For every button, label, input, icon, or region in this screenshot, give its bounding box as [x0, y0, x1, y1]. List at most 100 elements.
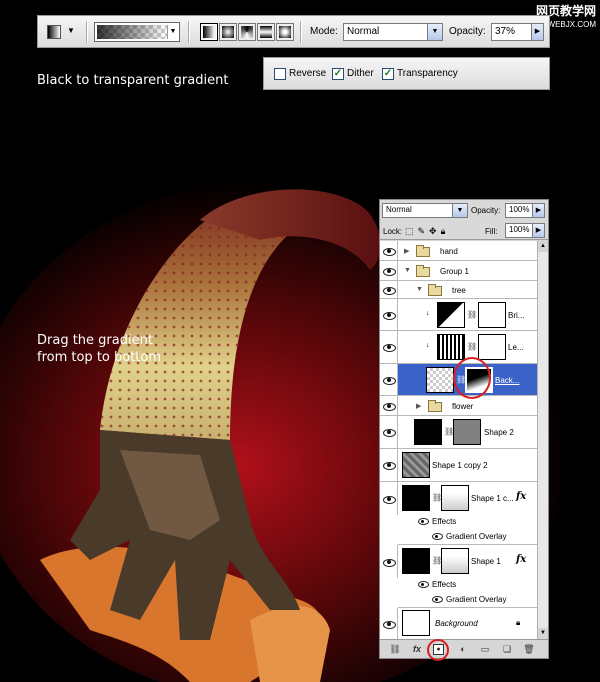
- checkmark-icon[interactable]: ✓: [332, 68, 344, 80]
- layer-row-group-1[interactable]: ▼ Group 1: [380, 261, 537, 281]
- fill-value: 100%: [509, 225, 530, 234]
- folder-icon: [416, 245, 430, 257]
- chevron-right-icon[interactable]: ▶: [416, 402, 421, 410]
- effects-row[interactable]: Effects: [398, 515, 537, 530]
- trash-icon[interactable]: 🗑︎: [522, 643, 536, 656]
- eye-icon[interactable]: [432, 596, 443, 603]
- layer-row-brightness[interactable]: ↓ ⛓ Bri...: [380, 299, 537, 331]
- adjustment-layer-icon[interactable]: ◐: [456, 643, 470, 656]
- scroll-down-icon[interactable]: ▼: [538, 628, 548, 639]
- lock-icons[interactable]: ⬚✎✥🔒︎: [405, 226, 449, 237]
- chevron-right-icon[interactable]: ▶: [404, 247, 409, 255]
- chain-icon[interactable]: ⛓: [467, 310, 477, 319]
- layer-opacity-value: 100%: [509, 205, 530, 214]
- chevron-down-icon[interactable]: ▼: [404, 267, 411, 274]
- new-layer-icon[interactable]: ❏: [500, 643, 514, 656]
- layer-row-shape-1-copy[interactable]: ⛓ Shape 1 c... fx: [380, 482, 537, 515]
- layer-name: Shape 1 copy 2: [432, 461, 488, 470]
- eye-icon[interactable]: [380, 281, 398, 298]
- eye-icon[interactable]: [380, 449, 398, 481]
- chevron-right-icon[interactable]: ▶: [531, 24, 543, 40]
- radial-gradient-button[interactable]: [219, 23, 237, 41]
- checkmark-icon[interactable]: ✓: [382, 68, 394, 80]
- layer-row-shape-1[interactable]: ⛓ Shape 1 fx: [380, 545, 537, 578]
- layer-row-shape-2[interactable]: ⛓ Shape 2: [380, 416, 537, 449]
- layer-row-shape-1-copy-2[interactable]: Shape 1 copy 2: [380, 449, 537, 482]
- highlight-ring-add-mask: [427, 639, 449, 661]
- fx-icon[interactable]: fx: [516, 554, 526, 565]
- link-layers-icon[interactable]: ⛓: [388, 643, 402, 656]
- effects-row[interactable]: Effects: [398, 578, 537, 593]
- eye-icon[interactable]: [380, 545, 398, 578]
- fx-icon[interactable]: fx: [516, 491, 526, 502]
- layer-name: Group 1: [440, 267, 469, 276]
- layer-row-flower[interactable]: ▶ flower: [380, 396, 537, 416]
- angle-gradient-button[interactable]: [238, 23, 256, 41]
- adjustment-thumbnail: [437, 302, 465, 328]
- eye-icon[interactable]: [418, 581, 429, 588]
- effect-row-gradient-overlay[interactable]: Gradient Overlay: [398, 593, 537, 608]
- reflected-gradient-icon: [260, 26, 272, 38]
- chain-icon[interactable]: ⛓: [467, 342, 477, 351]
- eye-icon[interactable]: [380, 608, 398, 639]
- blend-mode-value: Normal: [386, 205, 412, 214]
- diamond-gradient-icon: [279, 26, 291, 38]
- gradient-picker[interactable]: ▼: [94, 22, 180, 42]
- gradient-tool-icon: [47, 25, 61, 39]
- lock-label: Lock:: [383, 227, 403, 236]
- scroll-up-icon[interactable]: ▲: [538, 241, 548, 252]
- layer-name: Background: [435, 619, 478, 628]
- eye-icon[interactable]: [380, 241, 398, 260]
- layer-row-hand[interactable]: ▶ hand: [380, 241, 537, 261]
- chevron-down-icon[interactable]: ▼: [416, 286, 423, 293]
- eye-icon[interactable]: [380, 299, 398, 330]
- caption-drag-line2: from top to bottom: [37, 350, 162, 365]
- eye-icon[interactable]: [432, 533, 443, 540]
- checkbox-box[interactable]: [274, 68, 286, 80]
- chevron-right-icon[interactable]: ▶: [532, 224, 544, 237]
- layer-name: Le...: [508, 343, 524, 352]
- layer-row-background[interactable]: Background 🔒︎: [380, 608, 537, 639]
- layer-row-levels[interactable]: ↓ ⛓ Le...: [380, 331, 537, 364]
- divider: [188, 21, 190, 43]
- blend-mode-select[interactable]: Normal ▼: [382, 203, 468, 218]
- eye-icon[interactable]: [380, 364, 398, 395]
- mode-select[interactable]: Normal ▼: [343, 23, 443, 41]
- eye-icon[interactable]: [380, 261, 398, 280]
- opacity-value: 37%: [495, 26, 516, 37]
- eye-icon[interactable]: [380, 482, 398, 515]
- levels-histogram-icon: [437, 334, 465, 360]
- opacity-field[interactable]: 37% ▶: [491, 23, 544, 41]
- new-group-icon[interactable]: ▭: [478, 643, 492, 656]
- layer-name: tree: [452, 286, 466, 295]
- opacity-label: Opacity:: [449, 26, 486, 37]
- effect-label: Gradient Overlay: [446, 532, 507, 541]
- fx-icon[interactable]: fx: [410, 643, 424, 656]
- eye-icon[interactable]: [418, 518, 429, 525]
- layer-name: Shape 1: [471, 557, 501, 566]
- vector-mask-thumbnail: [441, 485, 469, 511]
- layer-thumbnail: [402, 610, 430, 636]
- layer-row-tree[interactable]: ▼ tree: [380, 281, 537, 299]
- folder-icon: [428, 284, 442, 296]
- gradient-tool-preset-button[interactable]: ▼: [47, 23, 83, 41]
- diamond-gradient-button[interactable]: [276, 23, 294, 41]
- reflected-gradient-button[interactable]: [257, 23, 275, 41]
- linear-gradient-button[interactable]: [200, 23, 218, 41]
- caption-drag-line1: Drag the gradient: [37, 333, 153, 348]
- effect-row-gradient-overlay[interactable]: Gradient Overlay: [398, 530, 537, 545]
- layers-scrollbar[interactable]: ▲ ▼: [537, 241, 548, 639]
- radial-gradient-icon: [222, 26, 234, 38]
- layer-opacity-field[interactable]: 100% ▶: [505, 203, 545, 218]
- chevron-down-icon[interactable]: ▼: [167, 25, 178, 39]
- layer-name: hand: [440, 247, 458, 256]
- chevron-right-icon[interactable]: ▶: [532, 204, 544, 217]
- chevron-down-icon: ▼: [427, 24, 442, 40]
- eye-icon[interactable]: [380, 416, 398, 448]
- fill-field[interactable]: 100% ▶: [505, 223, 545, 238]
- effects-label: Effects: [432, 517, 457, 526]
- mask-thumbnail: [478, 334, 506, 360]
- eye-icon[interactable]: [380, 396, 398, 415]
- eye-icon[interactable]: [380, 331, 398, 363]
- dither-label: Dither: [347, 68, 374, 79]
